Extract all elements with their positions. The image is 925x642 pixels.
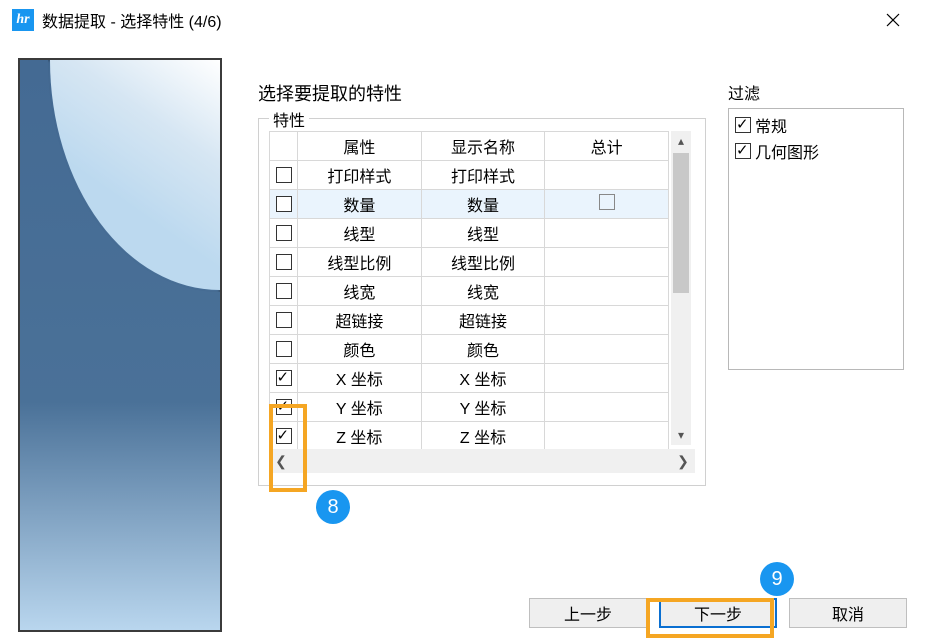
cell-attr: X 坐标	[298, 364, 422, 393]
cell-attr: 数量	[298, 190, 422, 219]
filter-checkbox[interactable]	[735, 117, 751, 133]
cell-total	[545, 277, 669, 306]
cell-total	[545, 306, 669, 335]
row-checkbox[interactable]	[276, 312, 292, 328]
row-checkbox[interactable]	[276, 225, 292, 241]
col-total: 总计	[545, 132, 669, 161]
cell-total	[545, 364, 669, 393]
cell-disp: 打印样式	[421, 161, 545, 190]
row-checkbox[interactable]	[276, 167, 292, 183]
filter-item[interactable]: 几何图形	[735, 139, 897, 163]
next-button[interactable]: 下一步	[659, 598, 777, 628]
col-disp: 显示名称	[421, 132, 545, 161]
preview-pane	[18, 58, 222, 632]
row-checkbox[interactable]	[276, 283, 292, 299]
scroll-track[interactable]	[293, 449, 671, 473]
cell-disp: Y 坐标	[421, 393, 545, 422]
table-row[interactable]: 超链接超链接	[270, 306, 669, 335]
scroll-up-icon[interactable]: ▴	[671, 131, 691, 151]
cell-disp: 线型比例	[421, 248, 545, 277]
col-attr: 属性	[298, 132, 422, 161]
filter-label: 过滤	[728, 80, 904, 104]
table-row[interactable]: X 坐标X 坐标	[270, 364, 669, 393]
content-area: 选择要提取的特性 特性 属性 显示名称 总计 打印样式打印样式数量数量线型线型线…	[18, 58, 907, 584]
right-panel: 选择要提取的特性 特性 属性 显示名称 总计 打印样式打印样式数量数量线型线型线…	[258, 80, 907, 486]
cell-total	[545, 161, 669, 190]
callout-marker-9: 9	[760, 562, 794, 596]
properties-groupbox: 特性 属性 显示名称 总计 打印样式打印样式数量数量线型线型线型比例线型比例线宽…	[258, 118, 706, 486]
cell-disp: 数量	[421, 190, 545, 219]
cell-attr: 线型比例	[298, 248, 422, 277]
close-icon	[886, 13, 900, 27]
cell-total	[545, 422, 669, 451]
cell-attr: Z 坐标	[298, 422, 422, 451]
row-checkbox[interactable]	[276, 196, 292, 212]
table-row[interactable]: 打印样式打印样式	[270, 161, 669, 190]
window-title: 数据提取 - 选择特性 (4/6)	[42, 8, 222, 32]
table-row[interactable]: 线型比例线型比例	[270, 248, 669, 277]
table-row[interactable]: 线宽线宽	[270, 277, 669, 306]
app-icon: hr	[12, 9, 34, 31]
cell-total	[545, 248, 669, 277]
cell-disp: 线宽	[421, 277, 545, 306]
cell-total	[545, 393, 669, 422]
filter-item-label: 几何图形	[755, 139, 819, 163]
cell-disp: X 坐标	[421, 364, 545, 393]
filter-list: 常规几何图形	[728, 108, 904, 370]
horizontal-scrollbar[interactable]: ❮ ❯	[269, 449, 695, 473]
scroll-left-icon[interactable]: ❮	[269, 449, 293, 473]
row-checkbox[interactable]	[276, 254, 292, 270]
row-checkbox[interactable]	[276, 341, 292, 357]
cell-disp: 超链接	[421, 306, 545, 335]
table-row[interactable]: 线型线型	[270, 219, 669, 248]
cell-total	[545, 335, 669, 364]
properties-table-wrap: 属性 显示名称 总计 打印样式打印样式数量数量线型线型线型比例线型比例线宽线宽超…	[269, 131, 695, 445]
scroll-thumb[interactable]	[673, 153, 689, 293]
filter-item[interactable]: 常规	[735, 113, 897, 137]
cell-attr: 线型	[298, 219, 422, 248]
table-row[interactable]: 数量数量	[270, 190, 669, 219]
cell-attr: 打印样式	[298, 161, 422, 190]
row-checkbox[interactable]	[276, 399, 292, 415]
footer-buttons: 上一步 下一步 取消	[529, 598, 907, 628]
scroll-down-icon[interactable]: ▾	[671, 425, 691, 445]
titlebar: hr 数据提取 - 选择特性 (4/6)	[0, 0, 925, 36]
row-checkbox[interactable]	[276, 428, 292, 444]
scroll-right-icon[interactable]: ❯	[671, 449, 695, 473]
total-checkbox[interactable]	[599, 194, 615, 210]
cell-total	[545, 219, 669, 248]
close-button[interactable]	[873, 6, 913, 34]
table-row[interactable]: Z 坐标Z 坐标	[270, 422, 669, 451]
vertical-scrollbar[interactable]: ▴ ▾	[671, 131, 691, 445]
cell-total	[545, 190, 669, 219]
cancel-button[interactable]: 取消	[789, 598, 907, 628]
page-curl-icon	[50, 60, 220, 290]
cell-disp: 线型	[421, 219, 545, 248]
groupbox-label: 特性	[269, 107, 309, 131]
callout-marker-8: 8	[316, 490, 350, 524]
col-check	[270, 132, 298, 161]
table-header-row: 属性 显示名称 总计	[270, 132, 669, 161]
prev-button[interactable]: 上一步	[529, 598, 647, 628]
table-row[interactable]: 颜色颜色	[270, 335, 669, 364]
table-row[interactable]: Y 坐标Y 坐标	[270, 393, 669, 422]
filter-checkbox[interactable]	[735, 143, 751, 159]
row-checkbox[interactable]	[276, 370, 292, 386]
properties-table: 属性 显示名称 总计 打印样式打印样式数量数量线型线型线型比例线型比例线宽线宽超…	[269, 131, 669, 451]
cell-attr: 超链接	[298, 306, 422, 335]
cell-attr: Y 坐标	[298, 393, 422, 422]
filter-item-label: 常规	[755, 113, 787, 137]
cell-attr: 线宽	[298, 277, 422, 306]
cell-attr: 颜色	[298, 335, 422, 364]
cell-disp: Z 坐标	[421, 422, 545, 451]
filter-panel: 过滤 常规几何图形	[728, 80, 904, 380]
cell-disp: 颜色	[421, 335, 545, 364]
